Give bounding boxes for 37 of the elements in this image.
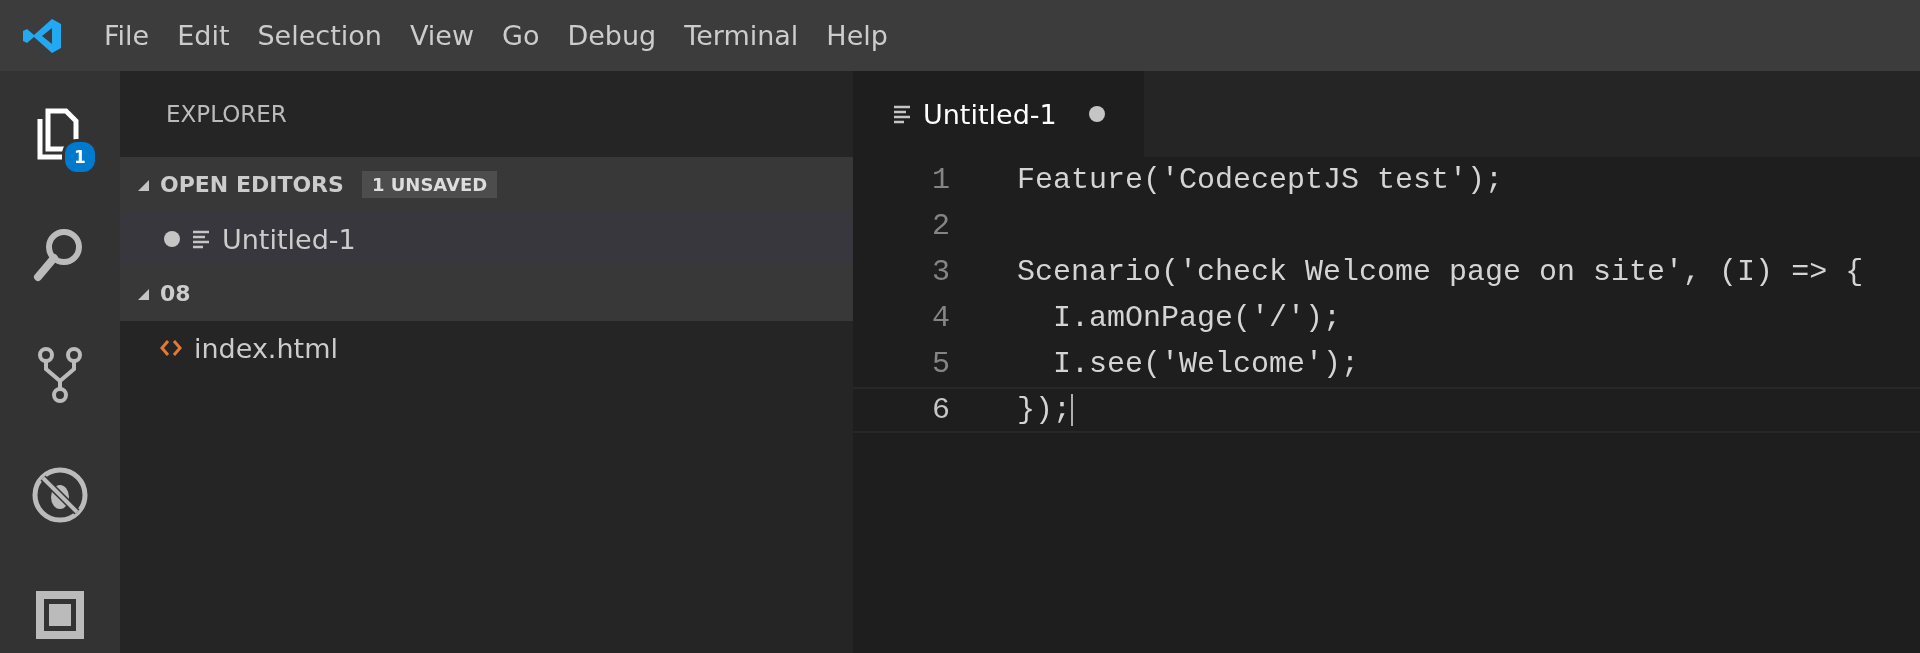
menu-item[interactable]: Help (812, 14, 902, 57)
open-editor-row[interactable]: Untitled-1 (120, 212, 853, 266)
editor-tab[interactable]: Untitled-1 (853, 71, 1144, 157)
count-badge: 1 (62, 139, 98, 175)
code-line: I.amOnPage('/'); (1052, 301, 1342, 335)
lines-icon (893, 104, 911, 124)
line-number: 6 (931, 393, 950, 427)
line-number: 3 (931, 255, 950, 289)
sidebar-title: EXPLORER (165, 100, 288, 129)
menu-item[interactable]: Debug (553, 14, 671, 57)
line-number: 4 (931, 301, 950, 335)
code-brackets-icon (160, 338, 182, 358)
file-name: index.html (194, 332, 338, 364)
line-number: 1 (931, 163, 950, 197)
menu-item[interactable]: Selection (243, 14, 396, 57)
lines-icon (192, 229, 210, 249)
unsaved-dot-icon (1088, 106, 1105, 122)
line-number: 2 (931, 209, 950, 243)
bug-icon (30, 465, 90, 525)
code-line: I.see('Welcome'); (1052, 347, 1360, 381)
menu-item[interactable]: Edit (163, 14, 244, 57)
section-header[interactable]: OPEN EDITORS 1 UNSAVED (120, 157, 853, 212)
menu-item[interactable]: Terminal (670, 14, 813, 57)
tree-row[interactable]: index.html (120, 321, 853, 375)
line-number: 5 (931, 347, 950, 381)
menu-item[interactable]: Go (488, 14, 554, 57)
section-title: OPEN EDITORS (160, 172, 344, 197)
menu-item[interactable]: File (90, 14, 164, 57)
section-title: 08 (160, 281, 191, 306)
code-line: Scenario('check Welcome page on site', (I) => { (1017, 255, 1864, 289)
section-header[interactable]: 08 (120, 266, 853, 321)
code-line: Feature('CodeceptJS test'); (1017, 163, 1504, 197)
file-name: Untitled-1 (222, 223, 356, 255)
menu-item[interactable]: View (395, 14, 488, 57)
unsaved-badge: 1 UNSAVED (361, 171, 498, 198)
code-line: }); (1017, 393, 1071, 427)
text-cursor (1071, 394, 1073, 426)
